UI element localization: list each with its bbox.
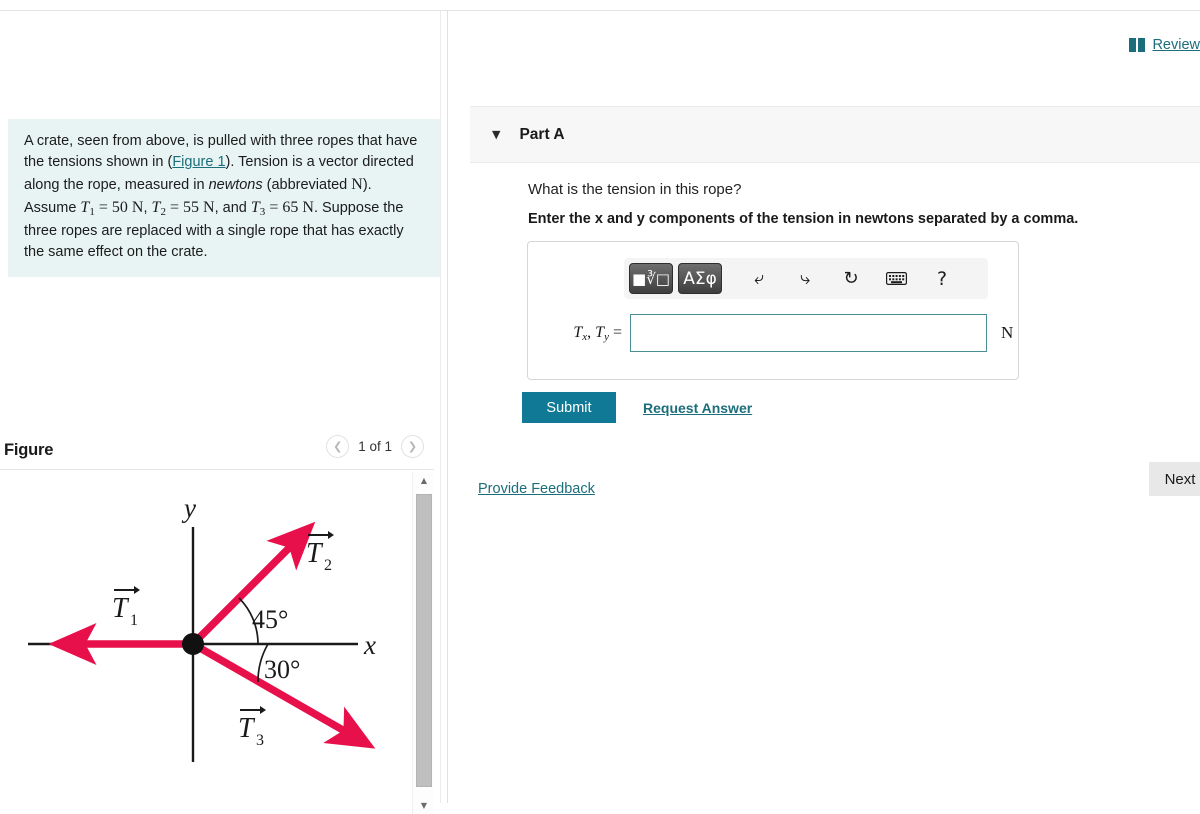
book-icon [1129, 38, 1146, 52]
figure-scrollbar[interactable]: ▲ ▼ [412, 472, 435, 814]
figure-viewport[interactable]: y x T 1 T 2 T 3 45° 30° [0, 472, 412, 814]
figure-1-link-label: Figure 1 [172, 154, 226, 171]
panel-divider-inner [440, 11, 441, 803]
math-toolbar: ■∛□ ΑΣφ ⤶ ⤷ ↻ ? [624, 258, 988, 299]
review-row[interactable]: Review [1129, 37, 1200, 53]
figure-1-link[interactable]: Figure 1 [172, 154, 225, 170]
answer-field-label: Tx, Ty = [573, 323, 622, 343]
tension-1-value: 50 N [111, 199, 144, 217]
answer-panel: Review ▼ Part A What is the tension in t… [448, 11, 1200, 803]
answer-unit-label: N [1001, 323, 1014, 342]
tension-3-symbol: T3 [250, 199, 266, 219]
part-a-header[interactable]: ▼ Part A [470, 106, 1200, 163]
submit-row: Submit Request Answer [522, 392, 752, 423]
svg-text:1: 1 [130, 612, 138, 629]
tension-1-symbol: T1 [80, 199, 95, 219]
svg-text:2: 2 [324, 557, 332, 574]
help-icon[interactable]: ? [924, 263, 960, 294]
triangle-down-icon: ▼ [420, 801, 428, 810]
submit-button[interactable]: Submit [522, 392, 616, 423]
chevron-left-icon: ❮ [333, 440, 343, 453]
keyboard-glyph [885, 272, 907, 285]
next-button[interactable]: Next [1149, 462, 1200, 496]
request-answer-link[interactable]: Request Answer [643, 400, 752, 416]
scrollbar-thumb[interactable] [416, 494, 432, 787]
unit-n: N [351, 176, 363, 194]
answer-row: Tx, Ty = N [528, 314, 1020, 352]
scrollbar-down-button[interactable]: ▼ [413, 797, 435, 814]
problem-statement: A crate, seen from above, is pulled with… [8, 119, 440, 278]
figure-title: Figure [4, 440, 54, 459]
problem-panel: A crate, seen from above, is pulled with… [0, 11, 440, 814]
answer-widget: ■∛□ ΑΣφ ⤶ ⤷ ↻ ? Tx, Ty = N [527, 241, 1019, 380]
answer-input[interactable] [630, 314, 987, 352]
svg-text:T: T [306, 538, 324, 569]
svg-text:45°: 45° [252, 605, 288, 634]
tension-2-value: 55 N [183, 199, 215, 217]
figure-next-button[interactable]: ❯ [401, 435, 424, 458]
redo-icon[interactable]: ⤷ [787, 263, 823, 294]
force-vector-diagram: y x T 1 T 2 T 3 45° 30° [28, 493, 376, 762]
svg-text:x: x [363, 630, 376, 660]
greek-symbols-button[interactable]: ΑΣφ [678, 263, 722, 294]
scrollbar-up-button[interactable]: ▲ [413, 472, 435, 489]
part-a-label: Part A [519, 125, 565, 143]
undo-icon[interactable]: ⤶ [741, 263, 777, 294]
svg-text:y: y [181, 493, 196, 523]
tension-3-value: 65 N [282, 199, 314, 217]
caret-down-icon[interactable]: ▼ [492, 128, 500, 141]
figure-pager-label: 1 of 1 [358, 439, 392, 454]
figure-prev-button[interactable]: ❮ [326, 435, 350, 458]
svg-text:T: T [112, 593, 130, 624]
question-text: What is the tension in this rope? [528, 181, 742, 198]
figure-divider [0, 469, 434, 470]
review-link[interactable]: Review [1152, 37, 1200, 53]
keyboard-icon[interactable] [878, 263, 914, 294]
reset-icon[interactable]: ↻ [833, 263, 869, 294]
chevron-right-icon: ❯ [407, 440, 418, 453]
newtons-emphasis: newtons [208, 177, 263, 194]
math-template-button[interactable]: ■∛□ [629, 263, 673, 294]
triangle-up-icon: ▲ [420, 476, 428, 485]
tension-2-symbol: T2 [151, 199, 166, 219]
svg-text:T: T [238, 713, 256, 744]
instruction-text: Enter the x and y components of the tens… [528, 211, 1079, 227]
provide-feedback-link[interactable]: Provide Feedback [478, 481, 595, 497]
svg-text:30°: 30° [264, 655, 300, 684]
sqrt-template-icon: ■∛□ [632, 269, 670, 288]
svg-text:3: 3 [256, 732, 264, 749]
greek-letters-icon: ΑΣφ [683, 268, 717, 289]
figure-pager: ❮ 1 of 1 ❯ [326, 435, 424, 458]
